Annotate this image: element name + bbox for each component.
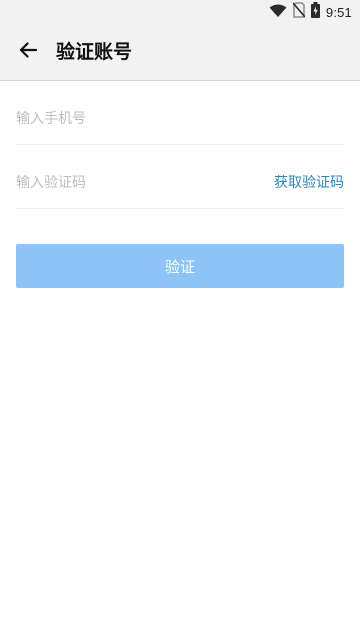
code-input[interactable] bbox=[16, 170, 256, 196]
status-icons: 9:51 bbox=[269, 2, 352, 22]
wifi-icon bbox=[269, 3, 287, 22]
app-bar: 验证账号 bbox=[0, 24, 360, 81]
phone-field bbox=[16, 96, 344, 145]
status-bar: 9:51 bbox=[0, 0, 360, 24]
status-time: 9:51 bbox=[325, 4, 352, 20]
no-sim-icon bbox=[292, 2, 306, 22]
back-arrow-icon bbox=[18, 40, 38, 64]
get-code-button[interactable]: 获取验证码 bbox=[274, 172, 344, 194]
verify-button[interactable]: 验证 bbox=[16, 244, 344, 288]
phone-input[interactable] bbox=[16, 106, 256, 132]
page-title: 验证账号 bbox=[56, 41, 133, 63]
back-button[interactable] bbox=[12, 36, 44, 68]
code-field: 获取验证码 bbox=[16, 160, 344, 209]
battery-charging-icon bbox=[310, 2, 320, 22]
